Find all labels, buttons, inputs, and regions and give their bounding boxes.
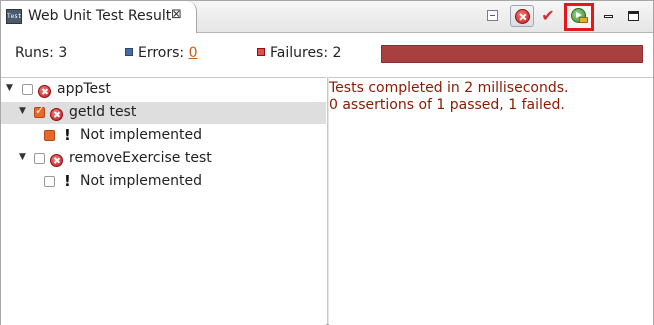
tree-checkbox[interactable]: [44, 130, 55, 141]
test-tree: ▼ appTest ▼ getId test ! Not implemented…: [1, 77, 326, 325]
warning-exclamation-icon: !: [64, 126, 71, 144]
expand-triangle-icon[interactable]: ▼: [19, 152, 26, 162]
maximize-icon[interactable]: [624, 6, 644, 26]
collapse-all-icon[interactable]: [483, 6, 503, 26]
test-view-icon: Test: [6, 9, 22, 24]
failures-counter: Failures: 2: [257, 45, 341, 61]
tab-web-unit-test-result[interactable]: Test Web Unit Test Result ⊠: [1, 1, 197, 33]
tree-row-apptest[interactable]: ▼ appTest: [1, 79, 326, 101]
expand-triangle-icon[interactable]: ▼: [19, 106, 26, 116]
stop-icon[interactable]: [510, 5, 534, 27]
tree-item-label: Not implemented: [80, 173, 203, 189]
progress-bar: [381, 45, 643, 63]
error-icon: [50, 152, 63, 168]
error-icon: [38, 83, 51, 99]
tree-checkbox[interactable]: [34, 104, 45, 118]
tab-title: Web Unit Test Result: [28, 8, 172, 24]
tree-item-label: appTest: [57, 81, 111, 97]
tree-row-removeexercise-test[interactable]: ▼ removeExercise test: [1, 148, 326, 170]
rerun-icon[interactable]: [564, 3, 594, 31]
errors-counter: Errors: 0: [125, 45, 198, 61]
tree-checkbox[interactable]: [22, 84, 33, 95]
tree-row-not-implemented[interactable]: ! Not implemented: [1, 125, 326, 147]
tree-item-label: getId test: [69, 104, 137, 120]
details-summary-line: Tests completed in 2 milliseconds.: [329, 80, 569, 96]
tree-checkbox[interactable]: [34, 153, 45, 164]
warning-exclamation-icon: !: [64, 172, 71, 190]
tree-checkbox[interactable]: [44, 176, 55, 187]
error-small-icon: [125, 48, 133, 56]
runs-label: Runs:: [15, 45, 54, 61]
test-result-view: Test Web Unit Test Result ⊠ ✔ Runs: 3 Er…: [0, 0, 654, 325]
error-icon: [50, 106, 63, 122]
details-assertions-line: 0 assertions of 1 passed, 1 failed.: [329, 97, 565, 113]
failures-label: Failures:: [270, 45, 329, 61]
tree-row-getid-test[interactable]: ▼ getId test: [1, 102, 326, 124]
failures-value: 2: [332, 45, 342, 61]
check-icon[interactable]: ✔: [538, 6, 558, 26]
failure-small-icon: [257, 48, 265, 56]
minimize-icon[interactable]: [599, 6, 619, 26]
counters-bar: Runs: 3 Errors: 0 Failures: 2: [1, 33, 653, 76]
errors-value-link[interactable]: 0: [189, 45, 198, 61]
errors-label: Errors:: [138, 45, 185, 61]
tree-item-label: removeExercise test: [69, 150, 212, 166]
details-panel: Tests completed in 2 milliseconds. 0 ass…: [329, 77, 653, 325]
close-icon[interactable]: ⊠: [171, 7, 182, 22]
tree-row-not-implemented[interactable]: ! Not implemented: [1, 171, 326, 193]
runs-counter: Runs: 3: [15, 45, 67, 61]
view-tab-bar: Test Web Unit Test Result ⊠ ✔: [1, 1, 653, 33]
tree-item-label: Not implemented: [80, 127, 203, 143]
expand-triangle-icon[interactable]: ▼: [6, 83, 13, 93]
runs-value: 3: [58, 45, 68, 61]
